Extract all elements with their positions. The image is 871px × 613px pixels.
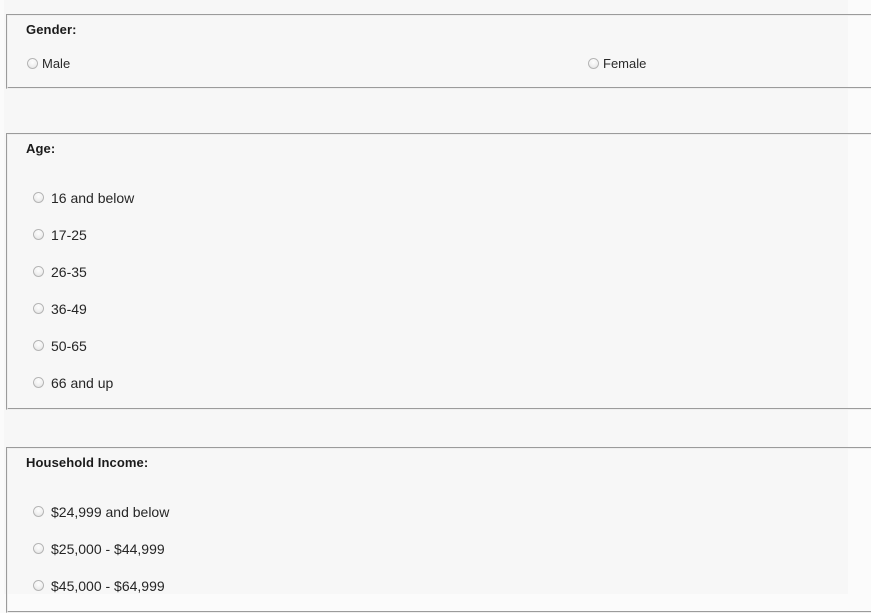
list-item[interactable]: 26-35 <box>33 263 87 281</box>
radio-label-age-36-49: 36-49 <box>51 300 87 317</box>
list-item[interactable]: $25,000 - $44,999 <box>33 540 165 558</box>
radio-label-age-16-and-below: 16 and below <box>51 189 135 206</box>
field-group-age: Age: 16 and below 17-25 26-35 36-49 50-6… <box>6 133 871 410</box>
radio-option-age-16-and-below[interactable]: 16 and below <box>33 189 134 207</box>
radio-option-age-17-25[interactable]: 17-25 <box>33 226 87 244</box>
radio-option-age-66-and-up[interactable]: 66 and up <box>33 374 113 392</box>
radio-input-income-25000-44999[interactable] <box>33 543 44 555</box>
radio-label-income-45000-64999: $45,000 - $64,999 <box>51 577 165 594</box>
radio-option-income-45000-64999[interactable]: $45,000 - $64,999 <box>33 577 165 595</box>
demographics-form: Gender: Male Female Age: 16 and below 17… <box>4 0 871 613</box>
radio-input-income-24999-and-below[interactable] <box>33 506 44 518</box>
radio-input-male[interactable] <box>27 58 38 70</box>
age-option-list: 16 and below 17-25 26-35 36-49 50-65 66 … <box>20 157 864 398</box>
list-item[interactable]: 50-65 <box>33 337 87 355</box>
radio-option-age-36-49[interactable]: 36-49 <box>33 300 87 318</box>
radio-label-male: Male <box>42 55 71 71</box>
radio-input-age-50-65[interactable] <box>33 340 44 352</box>
radio-label-age-66-and-up: 66 and up <box>51 374 114 391</box>
radio-option-age-26-35[interactable]: 26-35 <box>33 263 87 281</box>
radio-label-income-25000-44999: $25,000 - $44,999 <box>51 540 165 557</box>
list-item[interactable]: 36-49 <box>33 300 87 318</box>
gender-option-row: Male Female <box>20 55 864 77</box>
list-item[interactable]: 66 and up <box>33 374 113 392</box>
radio-label-female: Female <box>603 55 647 71</box>
radio-input-age-17-25[interactable] <box>33 229 44 241</box>
gender-heading: Gender: <box>26 21 77 37</box>
age-heading: Age: <box>26 140 56 156</box>
radio-option-income-24999-and-below[interactable]: $24,999 and below <box>33 503 169 521</box>
list-item[interactable]: $24,999 and below <box>33 503 169 521</box>
page-canvas: Gender: Male Female Age: 16 and below 17… <box>0 0 871 613</box>
list-item[interactable]: 17-25 <box>33 226 87 244</box>
radio-label-income-24999-and-below: $24,999 and below <box>51 503 170 520</box>
list-item[interactable]: $45,000 - $64,999 <box>33 577 165 595</box>
household-income-option-list: $24,999 and below $25,000 - $44,999 $45,… <box>20 471 864 601</box>
radio-option-female[interactable]: Female <box>588 55 646 73</box>
radio-option-age-50-65[interactable]: 50-65 <box>33 337 87 355</box>
field-group-household-income: Household Income: $24,999 and below $25,… <box>6 447 871 613</box>
survey-form-pane: Gender: Male Female Age: 16 and below 17… <box>4 0 871 613</box>
radio-input-female[interactable] <box>588 58 599 70</box>
field-group-gender: Gender: Male Female <box>6 14 871 89</box>
radio-label-age-50-65: 50-65 <box>51 337 87 354</box>
radio-input-income-45000-64999[interactable] <box>33 580 44 592</box>
household-income-heading: Household Income: <box>26 454 149 470</box>
radio-option-male[interactable]: Male <box>27 55 70 73</box>
list-item[interactable]: 16 and below <box>33 189 134 207</box>
radio-label-age-17-25: 17-25 <box>51 226 87 243</box>
radio-input-age-36-49[interactable] <box>33 303 44 315</box>
radio-option-income-25000-44999[interactable]: $25,000 - $44,999 <box>33 540 165 558</box>
radio-input-age-66-and-up[interactable] <box>33 377 44 389</box>
radio-label-age-26-35: 26-35 <box>51 263 87 280</box>
radio-input-age-26-35[interactable] <box>33 266 44 278</box>
radio-input-age-16-and-below[interactable] <box>33 192 44 204</box>
